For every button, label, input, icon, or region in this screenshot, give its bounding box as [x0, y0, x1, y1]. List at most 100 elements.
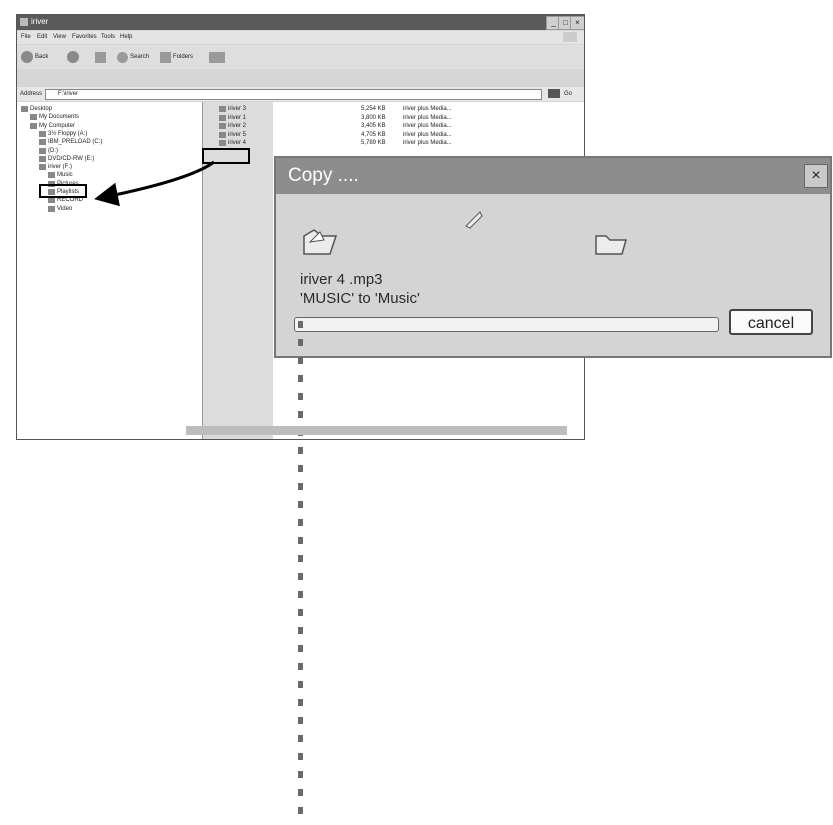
- file-size: 5,789 KB: [361, 140, 386, 146]
- folders-button[interactable]: Folders: [160, 50, 193, 64]
- menu-favorites[interactable]: Favorites: [72, 34, 97, 40]
- address-field[interactable]: F:\iriver: [45, 89, 542, 100]
- progress-block: [298, 681, 303, 688]
- progress-block: [298, 627, 303, 634]
- address-value: F:\iriver: [58, 91, 78, 97]
- progress-block: [298, 321, 303, 328]
- file-name: iriver 3: [228, 106, 247, 112]
- tree-item[interactable]: My Computer: [30, 122, 75, 129]
- copy-dialog-body: iriver 4 .mp3 'MUSIC' to 'Music' cancel: [276, 194, 830, 814]
- views-button[interactable]: [209, 50, 225, 64]
- go-arrow-icon[interactable]: [548, 89, 560, 98]
- search-button[interactable]: Search: [117, 50, 149, 64]
- copy-dialog-title-bar[interactable]: Copy .... ×: [276, 158, 830, 194]
- go-label[interactable]: Go: [564, 91, 572, 97]
- tree-item-label: IBM_PRELOAD (C:): [48, 139, 103, 146]
- progress-block: [298, 717, 303, 724]
- progress-block: [298, 537, 303, 544]
- folders-label: Folders: [173, 54, 194, 60]
- folder-icon: [48, 197, 55, 204]
- file-name: iriver 5: [228, 131, 247, 138]
- forward-button[interactable]: [67, 50, 79, 64]
- tree-item-label: Music: [57, 172, 73, 179]
- up-folder-icon: [95, 51, 106, 63]
- horizontal-scrollbar[interactable]: [186, 426, 567, 435]
- file-size: 3,800 KB: [361, 114, 386, 121]
- tree-item-label: (D:): [48, 147, 58, 154]
- tree-item[interactable]: 3½ Floppy (A:): [39, 130, 87, 137]
- source-folder-icon: [303, 229, 338, 255]
- tree-item[interactable]: My Documents: [30, 114, 79, 121]
- file-name-cell: iriver 1: [219, 114, 247, 121]
- copy-file-name: iriver 4 .mp3: [300, 271, 383, 288]
- progress-block: [298, 393, 303, 400]
- tree-item[interactable]: (D:): [39, 147, 58, 154]
- file-size: 4,705 KB: [361, 131, 386, 138]
- progress-block: [298, 609, 303, 616]
- folder-tree: Desktop My Documents My Computer 3½ Floppy …: [17, 102, 203, 439]
- media-file-icon: [219, 131, 226, 138]
- menu-file[interactable]: File: [21, 34, 31, 40]
- close-button[interactable]: ×: [570, 16, 584, 30]
- menu-view[interactable]: View: [53, 34, 66, 40]
- folder-icon: [30, 122, 37, 129]
- progress-block: [298, 663, 303, 670]
- progress-block: [298, 483, 303, 490]
- tree-item-label: DVD/CD-RW (E:): [48, 155, 95, 162]
- window-title: iriver: [31, 17, 49, 26]
- menu-edit[interactable]: Edit: [37, 34, 47, 40]
- folder-icon: [21, 106, 28, 112]
- progress-block: [298, 375, 303, 382]
- progress-block: [298, 789, 303, 796]
- folder-icon: [48, 205, 55, 212]
- flying-file-icon: [464, 210, 483, 229]
- media-file-icon: [219, 140, 226, 146]
- progress-block: [298, 573, 303, 580]
- tree-item-label: Video: [57, 205, 73, 212]
- tree-item-label: RECORD: [57, 197, 84, 204]
- tree-item[interactable]: Video: [48, 205, 73, 212]
- file-type: iriver plus Media...: [403, 114, 452, 121]
- folder-icon: [20, 18, 28, 26]
- back-button[interactable]: Back: [21, 50, 48, 64]
- title-bar[interactable]: iriver _ □ ×: [17, 15, 584, 30]
- tree-item[interactable]: DVD/CD-RW (E:): [39, 155, 95, 162]
- folder-icon: [39, 155, 46, 162]
- progress-block: [298, 447, 303, 454]
- file-type: iriver plus Media...: [403, 131, 452, 138]
- tree-item-label: iriver (F:): [48, 164, 72, 171]
- progress-block: [298, 465, 303, 472]
- menu-help[interactable]: Help: [120, 34, 132, 40]
- destination-folder-icon: [595, 235, 627, 255]
- folder-icon: [39, 147, 46, 154]
- music-folder-highlight: [39, 184, 87, 198]
- folder-icon: [39, 139, 46, 146]
- progress-block: [298, 771, 303, 778]
- media-file-icon: [219, 106, 226, 112]
- progress-block: [298, 519, 303, 526]
- file-type: iriver plus Media...: [403, 140, 452, 146]
- folder-icon: [39, 164, 46, 171]
- back-arrow-icon: [21, 51, 33, 63]
- copy-dialog: Copy .... × iriver 4 .mp3 'MUSIC' to 'Mu…: [274, 156, 832, 814]
- tree-item[interactable]: IBM_PRELOAD (C:): [39, 139, 103, 146]
- file-name: iriver 1: [228, 114, 247, 121]
- media-file-icon: [219, 123, 226, 129]
- toolbar: Back Search Folders: [17, 45, 584, 69]
- folder-icon: [39, 130, 46, 137]
- up-folder-button[interactable]: [95, 50, 106, 64]
- file-name-cell: iriver 2: [219, 123, 246, 129]
- tree-item[interactable]: Music: [48, 172, 73, 179]
- progress-block: [298, 699, 303, 706]
- progress-block: [298, 807, 303, 814]
- tree-item-label: Desktop: [30, 106, 53, 112]
- search-icon: [117, 51, 128, 63]
- menu-tools[interactable]: Tools: [101, 34, 115, 40]
- file-size: 5,254 KB: [361, 106, 386, 112]
- tree-item[interactable]: RECORD: [48, 197, 84, 204]
- copy-close-button[interactable]: ×: [804, 164, 828, 188]
- tree-item[interactable]: Desktop: [21, 106, 52, 112]
- tree-item[interactable]: iriver (F:): [39, 164, 72, 171]
- cancel-button[interactable]: cancel: [729, 309, 813, 335]
- file-name: iriver 4: [228, 140, 247, 146]
